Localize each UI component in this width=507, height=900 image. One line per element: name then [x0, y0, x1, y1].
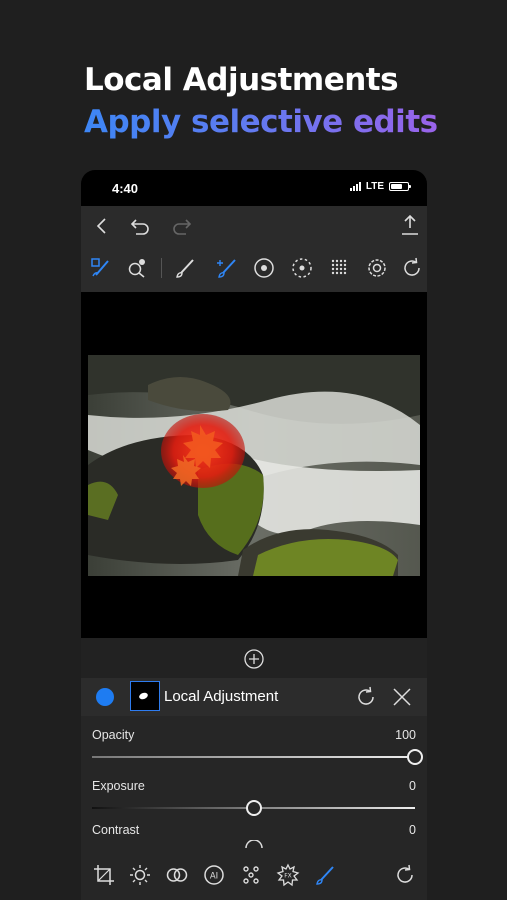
layer-row[interactable]: Local Adjustment — [81, 678, 427, 716]
battery-icon — [389, 182, 411, 191]
brush-add-icon[interactable] — [214, 255, 240, 281]
brush-icon[interactable] — [172, 255, 198, 281]
back-icon[interactable] — [89, 213, 115, 239]
network-label: LTE — [365, 181, 384, 192]
photo[interactable] — [88, 355, 420, 576]
contrast-slider-thumb[interactable] — [244, 840, 264, 848]
light-icon[interactable] — [127, 862, 153, 888]
settings-icon[interactable] — [364, 255, 390, 281]
mask-thumbnail[interactable] — [130, 681, 160, 711]
phone-screen: 4:40 LTE Local Adjustment Opacity 100 Ex… — [81, 170, 427, 900]
close-icon[interactable] — [389, 684, 415, 710]
opacity-slider-thumb[interactable] — [407, 749, 423, 765]
top-bar — [81, 206, 427, 244]
opacity-label: Opacity — [92, 728, 135, 742]
contrast-label: Contrast — [92, 823, 140, 837]
add-adjustment-bar — [81, 638, 427, 678]
radial-dashed-icon[interactable] — [289, 255, 315, 281]
share-icon[interactable] — [397, 211, 423, 239]
radial-icon[interactable] — [251, 255, 277, 281]
gradient-icon[interactable] — [327, 255, 353, 281]
status-indicators: LTE — [349, 181, 411, 192]
history-icon[interactable] — [392, 862, 418, 888]
promo-subhead: Apply selective edits — [84, 104, 438, 140]
status-time: 4:40 — [112, 181, 139, 196]
exposure-slider-thumb[interactable] — [245, 800, 262, 816]
detail-icon[interactable] — [238, 862, 264, 888]
exposure-label: Exposure — [92, 779, 145, 793]
add-icon[interactable] — [242, 647, 266, 671]
redo-icon[interactable] — [168, 213, 196, 239]
opacity-value: 100 — [395, 728, 416, 742]
local-brush-icon[interactable] — [312, 862, 338, 888]
contrast-value: 0 — [409, 823, 416, 837]
tool-row — [81, 244, 427, 292]
signal-icon — [349, 182, 361, 191]
brush-mask-icon[interactable] — [88, 255, 114, 281]
layer-reset-icon[interactable] — [353, 684, 379, 710]
tool-divider — [161, 258, 162, 278]
quick-select-icon[interactable] — [124, 255, 150, 281]
bottom-toolbar: AI FX — [81, 850, 427, 900]
opacity-slider[interactable] — [92, 756, 415, 758]
color-icon[interactable] — [164, 862, 190, 888]
undo-icon[interactable] — [126, 213, 154, 239]
layer-title: Local Adjustment — [164, 688, 279, 705]
crop-icon[interactable] — [91, 862, 117, 888]
ai-icon[interactable]: AI — [201, 862, 227, 888]
promo-headline: Local Adjustments — [84, 62, 399, 98]
exposure-value: 0 — [409, 779, 416, 793]
status-bar: 4:40 LTE — [81, 170, 427, 206]
image-canvas[interactable] — [81, 292, 427, 638]
svg-text:FX: FX — [284, 873, 292, 880]
svg-text:AI: AI — [210, 872, 218, 882]
fx-icon[interactable]: FX — [275, 862, 301, 888]
reset-icon[interactable] — [399, 255, 425, 281]
layer-color-dot[interactable] — [96, 688, 114, 706]
